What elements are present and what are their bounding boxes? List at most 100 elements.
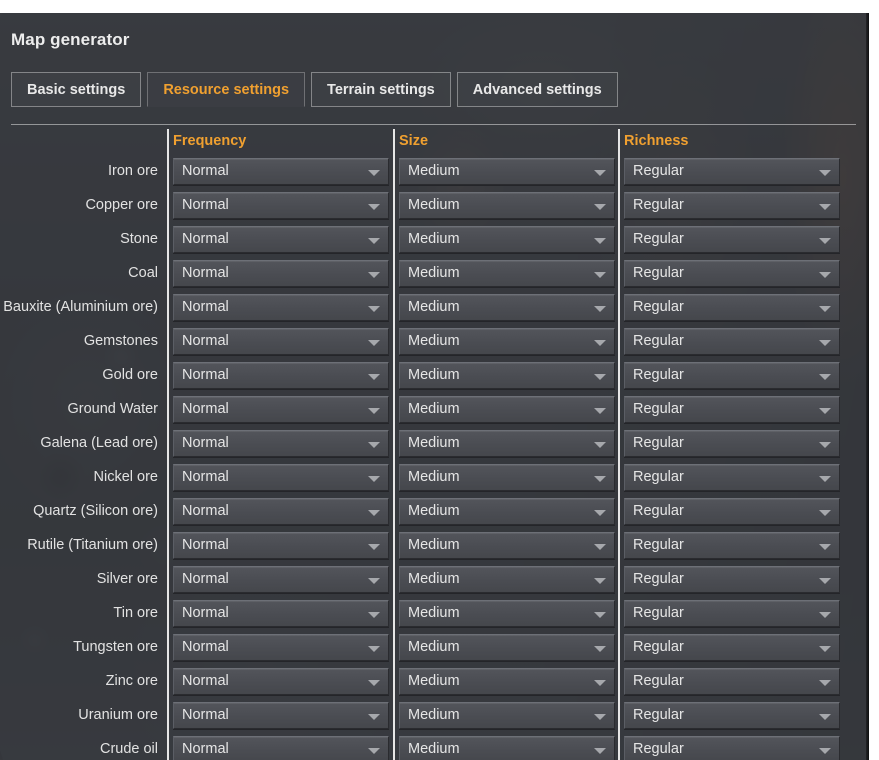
- dropdown-frequency[interactable]: Normal: [173, 702, 389, 729]
- chevron-down-icon: [819, 714, 831, 720]
- chevron-down-icon: [594, 646, 606, 652]
- dropdown-value: Medium: [408, 197, 460, 213]
- dropdown-value: Normal: [182, 469, 229, 485]
- chevron-down-icon: [594, 544, 606, 550]
- dropdown-richness[interactable]: Regular: [624, 294, 840, 321]
- table-row: Silver ore Normal Medium Regular: [0, 563, 869, 597]
- dropdown-richness[interactable]: Regular: [624, 362, 840, 389]
- dropdown-richness[interactable]: Regular: [624, 430, 840, 457]
- chevron-down-icon: [819, 442, 831, 448]
- tab-bar: Basic settings Resource settings Terrain s…: [11, 72, 624, 107]
- table-row: Zinc ore Normal Medium Regular: [0, 665, 869, 699]
- dropdown-value: Regular: [633, 639, 684, 655]
- dropdown-frequency[interactable]: Normal: [173, 668, 389, 695]
- dropdown-richness[interactable]: Regular: [624, 668, 840, 695]
- dropdown-frequency[interactable]: Normal: [173, 158, 389, 185]
- dropdown-richness[interactable]: Regular: [624, 328, 840, 355]
- dropdown-richness[interactable]: Regular: [624, 260, 840, 287]
- dropdown-value: Medium: [408, 707, 460, 723]
- chevron-down-icon: [594, 578, 606, 584]
- dropdown-size[interactable]: Medium: [399, 464, 615, 491]
- dropdown-richness[interactable]: Regular: [624, 464, 840, 491]
- table-row: Bauxite (Aluminium ore) Normal Medium Regul…: [0, 291, 869, 325]
- chevron-down-icon: [594, 714, 606, 720]
- tab-terrain-settings[interactable]: Terrain settings: [311, 72, 451, 107]
- dropdown-size[interactable]: Medium: [399, 702, 615, 729]
- chevron-down-icon: [594, 442, 606, 448]
- column-header-richness: Richness: [624, 133, 689, 149]
- tab-basic-settings[interactable]: Basic settings: [11, 72, 142, 107]
- dropdown-size[interactable]: Medium: [399, 158, 615, 185]
- dropdown-value: Medium: [408, 537, 460, 553]
- dropdown-frequency[interactable]: Normal: [173, 532, 389, 559]
- chevron-down-icon: [819, 680, 831, 686]
- dropdown-richness[interactable]: Regular: [624, 566, 840, 593]
- dropdown-value: Regular: [633, 469, 684, 485]
- dropdown-size[interactable]: Medium: [399, 532, 615, 559]
- dropdown-frequency[interactable]: Normal: [173, 430, 389, 457]
- dropdown-richness[interactable]: Regular: [624, 532, 840, 559]
- chevron-down-icon: [819, 544, 831, 550]
- table-row: Stone Normal Medium Regular: [0, 223, 869, 257]
- dropdown-frequency[interactable]: Normal: [173, 464, 389, 491]
- dropdown-size[interactable]: Medium: [399, 600, 615, 627]
- chevron-down-icon: [368, 442, 380, 448]
- chevron-down-icon: [368, 170, 380, 176]
- dropdown-value: Regular: [633, 163, 684, 179]
- dropdown-frequency[interactable]: Normal: [173, 566, 389, 593]
- dropdown-value: Normal: [182, 605, 229, 621]
- dropdown-size[interactable]: Medium: [399, 362, 615, 389]
- table-row: Ground Water Normal Medium Regular: [0, 393, 869, 427]
- chevron-down-icon: [819, 238, 831, 244]
- dropdown-richness[interactable]: Regular: [624, 158, 840, 185]
- dropdown-size[interactable]: Medium: [399, 294, 615, 321]
- dropdown-richness[interactable]: Regular: [624, 702, 840, 729]
- dropdown-size[interactable]: Medium: [399, 192, 615, 219]
- tab-advanced-settings[interactable]: Advanced settings: [456, 72, 618, 107]
- dropdown-frequency[interactable]: Normal: [173, 498, 389, 525]
- dropdown-value: Medium: [408, 367, 460, 383]
- dropdown-frequency[interactable]: Normal: [173, 328, 389, 355]
- dropdown-frequency[interactable]: Normal: [173, 260, 389, 287]
- dropdown-richness[interactable]: Regular: [624, 736, 840, 760]
- chevron-down-icon: [368, 340, 380, 346]
- resource-label: Quartz (Silicon ore): [33, 503, 158, 519]
- dropdown-frequency[interactable]: Normal: [173, 226, 389, 253]
- tab-resource-settings[interactable]: Resource settings: [147, 72, 306, 107]
- dropdown-value: Medium: [408, 639, 460, 655]
- dropdown-richness[interactable]: Regular: [624, 192, 840, 219]
- dropdown-size[interactable]: Medium: [399, 328, 615, 355]
- dropdown-size[interactable]: Medium: [399, 430, 615, 457]
- dropdown-size[interactable]: Medium: [399, 396, 615, 423]
- dropdown-frequency[interactable]: Normal: [173, 294, 389, 321]
- dropdown-size[interactable]: Medium: [399, 566, 615, 593]
- dropdown-size[interactable]: Medium: [399, 634, 615, 661]
- dropdown-richness[interactable]: Regular: [624, 600, 840, 627]
- dropdown-richness[interactable]: Regular: [624, 396, 840, 423]
- dropdown-richness[interactable]: Regular: [624, 634, 840, 661]
- dropdown-value: Medium: [408, 673, 460, 689]
- dropdown-size[interactable]: Medium: [399, 498, 615, 525]
- dropdown-value: Normal: [182, 673, 229, 689]
- table-row: Coal Normal Medium Regular: [0, 257, 869, 291]
- resource-label: Tin ore: [113, 605, 158, 621]
- chevron-down-icon: [368, 238, 380, 244]
- dropdown-frequency[interactable]: Normal: [173, 736, 389, 760]
- dropdown-frequency[interactable]: Normal: [173, 192, 389, 219]
- table-row: Uranium ore Normal Medium Regular: [0, 699, 869, 733]
- dropdown-frequency[interactable]: Normal: [173, 600, 389, 627]
- chevron-down-icon: [368, 510, 380, 516]
- chevron-down-icon: [594, 612, 606, 618]
- dropdown-size[interactable]: Medium: [399, 736, 615, 760]
- dropdown-richness[interactable]: Regular: [624, 226, 840, 253]
- dropdown-value: Medium: [408, 741, 460, 757]
- dropdown-size[interactable]: Medium: [399, 226, 615, 253]
- chevron-down-icon: [368, 204, 380, 210]
- dropdown-frequency[interactable]: Normal: [173, 396, 389, 423]
- dropdown-size[interactable]: Medium: [399, 260, 615, 287]
- dropdown-frequency[interactable]: Normal: [173, 634, 389, 661]
- window-right-edge: [866, 13, 869, 760]
- dropdown-frequency[interactable]: Normal: [173, 362, 389, 389]
- dropdown-richness[interactable]: Regular: [624, 498, 840, 525]
- dropdown-size[interactable]: Medium: [399, 668, 615, 695]
